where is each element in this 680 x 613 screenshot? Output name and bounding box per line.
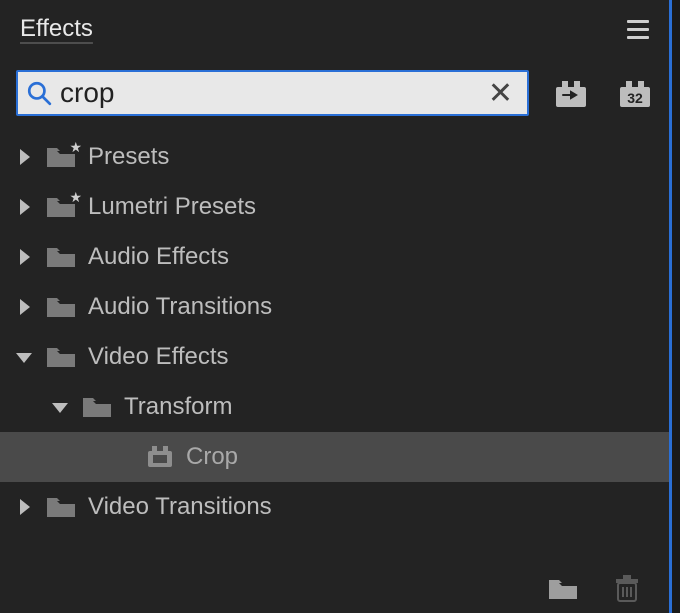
- menu-icon: [627, 28, 649, 31]
- tree-item-audio-transitions[interactable]: Audio Transitions: [0, 282, 669, 332]
- chevron-right-icon: [20, 149, 30, 165]
- new-bin-button[interactable]: [545, 571, 581, 607]
- tree-item-audio-effects[interactable]: Audio Effects: [0, 232, 669, 282]
- delete-button[interactable]: [609, 571, 645, 607]
- panel-title: Effects: [20, 15, 621, 43]
- preset-bin-32-icon: 32: [617, 77, 653, 109]
- panel-footer: [545, 571, 645, 607]
- trash-icon: [614, 575, 640, 603]
- chevron-right-icon: [20, 249, 30, 265]
- folder-icon: [46, 245, 76, 269]
- tree-item-label: Transform: [124, 393, 232, 421]
- search-icon: [26, 80, 52, 106]
- preset-bin-icon: [553, 77, 589, 109]
- chevron-down-icon: [16, 353, 32, 363]
- folder-icon: [46, 345, 76, 369]
- folder-icon: [548, 577, 578, 601]
- tree-item-label: Lumetri Presets: [88, 193, 256, 221]
- search-toolbar: ✕ 32: [0, 58, 669, 130]
- folder-icon: [82, 395, 112, 419]
- folder-icon: [46, 495, 76, 519]
- tree-item-presets[interactable]: ★ Presets: [0, 132, 669, 182]
- chevron-right-icon: [20, 499, 30, 515]
- tree-item-lumetri-presets[interactable]: ★ Lumetri Presets: [0, 182, 669, 232]
- star-badge-icon: ★: [69, 189, 82, 206]
- tree-item-video-transitions[interactable]: Video Transitions: [0, 482, 669, 532]
- svg-text:32: 32: [627, 90, 643, 106]
- tree-item-label: Audio Effects: [88, 243, 229, 271]
- folder-icon: [46, 295, 76, 319]
- tree-item-label: Video Effects: [88, 343, 229, 371]
- tree-item-label: Audio Transitions: [88, 293, 272, 321]
- effects-tree: ★ Presets ★ Lumetri Presets Audio Effect…: [0, 130, 669, 532]
- panel-menu-button[interactable]: [621, 12, 655, 46]
- chevron-right-icon: [20, 299, 30, 315]
- panel-titlebar: Effects: [0, 0, 669, 58]
- effects-panel: Effects ✕ 32: [0, 0, 672, 613]
- tree-item-label: Video Transitions: [88, 493, 272, 521]
- preset-bin-32-button[interactable]: 32: [613, 73, 657, 113]
- effect-icon: [146, 445, 174, 469]
- folder-icon: ★: [46, 145, 76, 169]
- tree-item-crop[interactable]: Crop: [0, 432, 669, 482]
- search-input[interactable]: [52, 72, 484, 114]
- clear-search-button[interactable]: ✕: [484, 76, 517, 111]
- search-field: ✕: [16, 70, 529, 116]
- tree-item-label: Presets: [88, 143, 169, 171]
- tree-item-label: Crop: [186, 443, 238, 471]
- preset-bin-button[interactable]: [549, 73, 593, 113]
- star-badge-icon: ★: [69, 139, 82, 156]
- chevron-right-icon: [20, 199, 30, 215]
- tree-item-video-effects[interactable]: Video Effects: [0, 332, 669, 382]
- folder-icon: ★: [46, 195, 76, 219]
- chevron-down-icon: [52, 403, 68, 413]
- tree-item-transform[interactable]: Transform: [0, 382, 669, 432]
- vertical-scrollbar[interactable]: [653, 130, 665, 550]
